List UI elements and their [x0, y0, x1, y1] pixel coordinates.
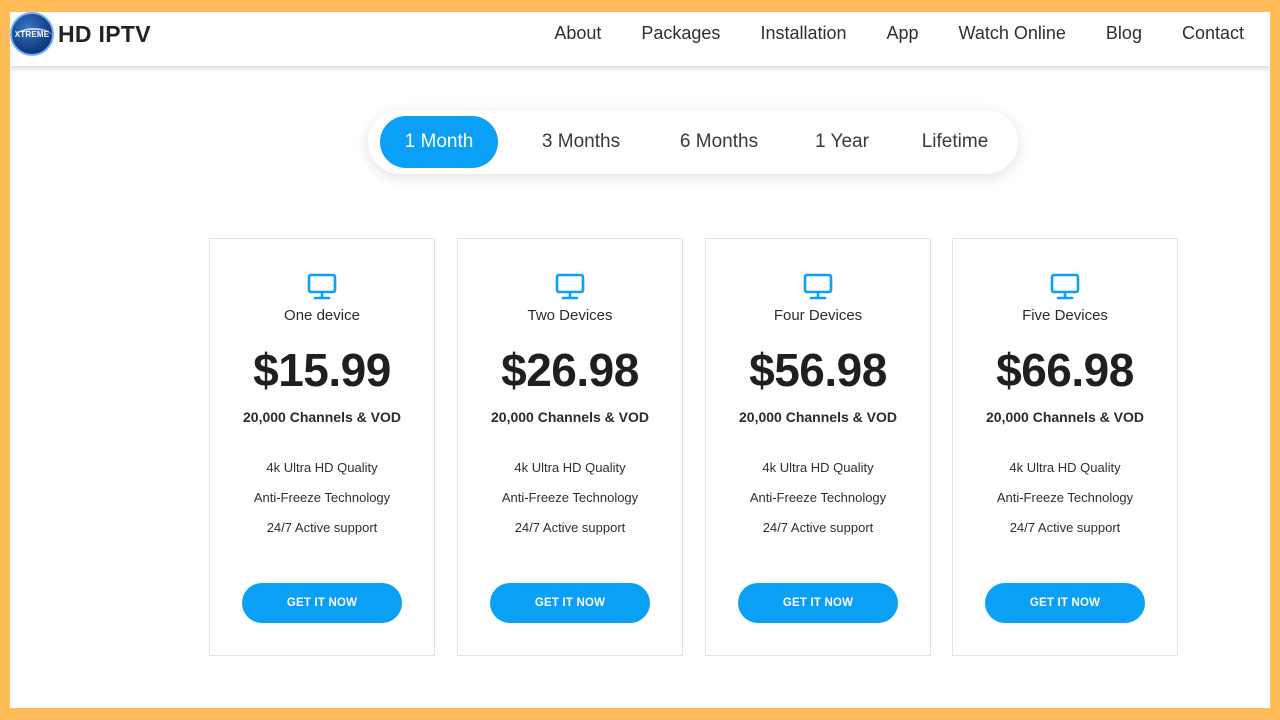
- get-it-now-button[interactable]: GET IT NOW: [738, 583, 898, 623]
- plan-feature: 24/7 Active support: [266, 520, 378, 535]
- page-frame: XTREME HD IPTV About Packages Installati…: [10, 12, 1270, 708]
- nav-watch-online[interactable]: Watch Online: [959, 23, 1066, 44]
- plan-feature: 4k Ultra HD Quality: [762, 460, 874, 475]
- nav-contact[interactable]: Contact: [1182, 23, 1244, 44]
- plan-price: $15.99: [253, 344, 391, 396]
- get-it-now-button[interactable]: GET IT NOW: [242, 583, 402, 623]
- tab-1-month[interactable]: 1 Month: [380, 116, 498, 168]
- plan-price: $26.98: [501, 344, 639, 396]
- plan-title: Two Devices: [527, 307, 613, 324]
- monitor-icon: [555, 273, 585, 300]
- plan-card: One device $15.99 20,000 Channels & VOD …: [209, 238, 435, 656]
- plan-price: $56.98: [749, 344, 887, 396]
- monitor-icon: [803, 273, 833, 300]
- monitor-icon: [1050, 273, 1080, 300]
- tab-6-months[interactable]: 6 Months: [652, 116, 786, 168]
- get-it-now-button[interactable]: GET IT NOW: [985, 583, 1145, 623]
- plan-feature: Anti-Freeze Technology: [501, 490, 639, 505]
- get-it-now-button[interactable]: GET IT NOW: [490, 583, 650, 623]
- plan-feature: 4k Ultra HD Quality: [266, 460, 378, 475]
- plan-feature: 4k Ultra HD Quality: [1009, 460, 1121, 475]
- logo[interactable]: XTREME HD IPTV: [10, 12, 151, 56]
- plan-feature: Anti-Freeze Technology: [749, 490, 887, 505]
- plan-feature: 24/7 Active support: [514, 520, 626, 535]
- plan-card: Two Devices $26.98 20,000 Channels & VOD…: [457, 238, 683, 656]
- tab-1-year[interactable]: 1 Year: [792, 116, 892, 168]
- plan-title: Four Devices: [773, 307, 863, 324]
- nav-blog[interactable]: Blog: [1106, 23, 1142, 44]
- site-header: XTREME HD IPTV About Packages Installati…: [10, 12, 1270, 66]
- plan-title: One device: [284, 307, 360, 324]
- nav-installation[interactable]: Installation: [760, 23, 846, 44]
- main-nav: About Packages Installation App Watch On…: [514, 12, 1244, 54]
- plan-card: Four Devices $56.98 20,000 Channels & VO…: [705, 238, 931, 656]
- nav-packages[interactable]: Packages: [641, 23, 720, 44]
- nav-app[interactable]: App: [887, 23, 919, 44]
- logo-badge: XTREME: [10, 12, 54, 56]
- plan-price: $66.98: [996, 344, 1134, 396]
- plan-channels: 20,000 Channels & VOD: [986, 409, 1144, 425]
- plan-feature: Anti-Freeze Technology: [253, 490, 391, 505]
- logo-badge-text: XTREME: [14, 29, 50, 39]
- monitor-icon: [307, 273, 337, 300]
- tab-3-months[interactable]: 3 Months: [514, 116, 648, 168]
- plan-feature: 24/7 Active support: [1009, 520, 1121, 535]
- duration-tabs: 1 Month 3 Months 6 Months 1 Year Lifetim…: [368, 110, 1018, 174]
- plan-channels: 20,000 Channels & VOD: [243, 409, 401, 425]
- plan-channels: 20,000 Channels & VOD: [739, 409, 897, 425]
- plan-card: Five Devices $66.98 20,000 Channels & VO…: [952, 238, 1178, 656]
- tab-lifetime[interactable]: Lifetime: [900, 116, 1010, 168]
- plan-feature: 24/7 Active support: [762, 520, 874, 535]
- plan-title: Five Devices: [1022, 307, 1108, 324]
- plan-feature: Anti-Freeze Technology: [996, 490, 1134, 505]
- plan-channels: 20,000 Channels & VOD: [491, 409, 649, 425]
- nav-about[interactable]: About: [554, 23, 601, 44]
- logo-text: HD IPTV: [58, 20, 151, 47]
- plan-feature: 4k Ultra HD Quality: [514, 460, 626, 475]
